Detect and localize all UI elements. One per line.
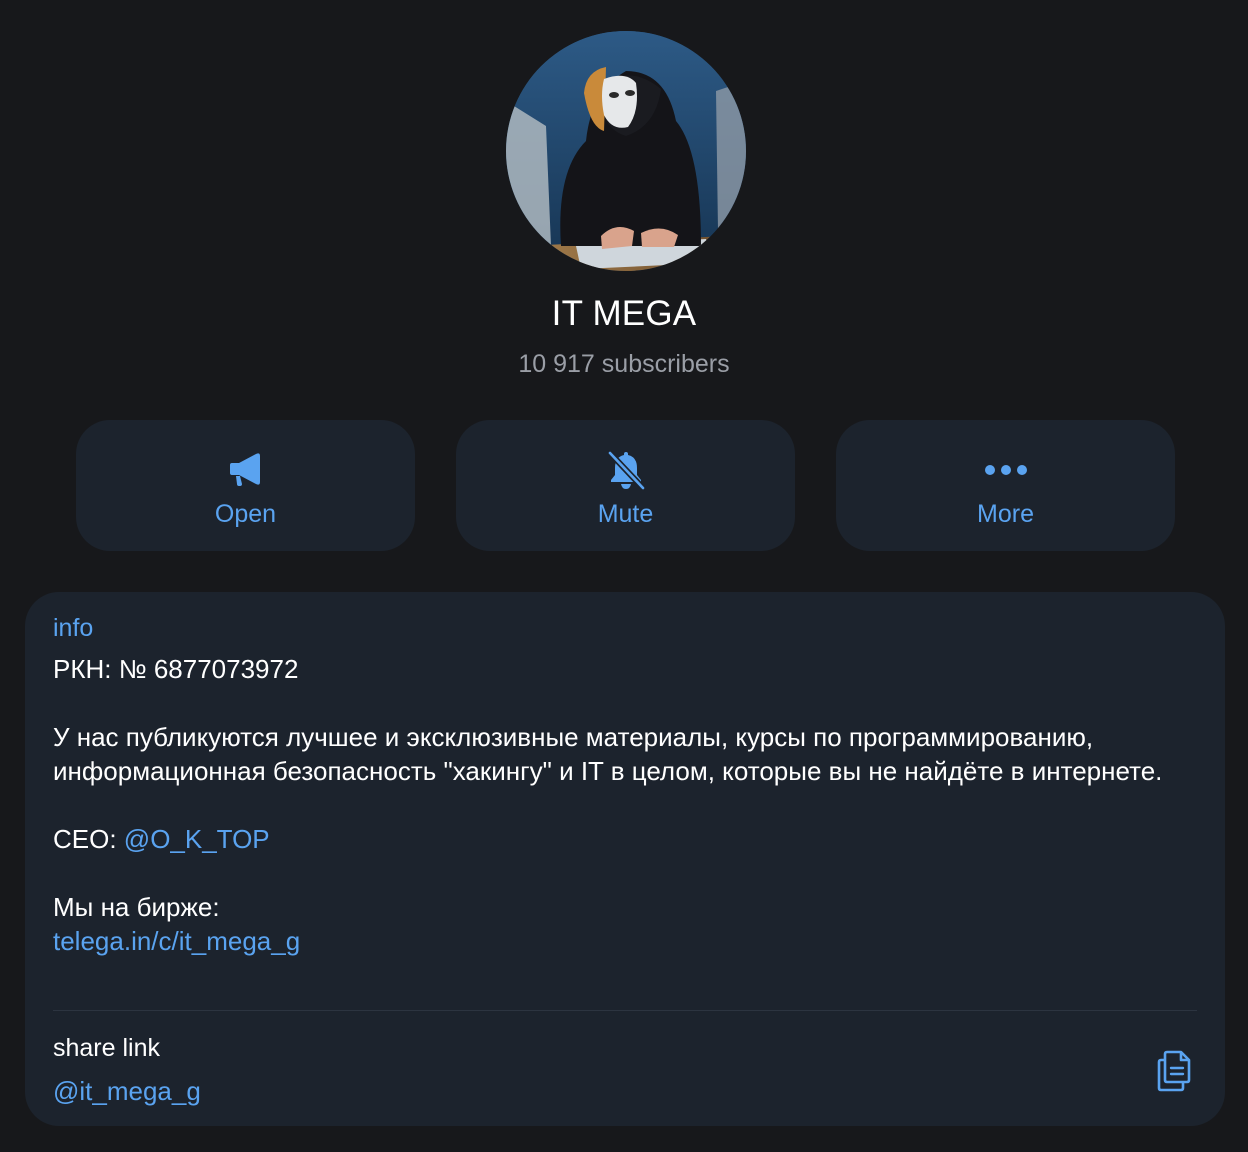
ceo-line: CEO: @O_K_TOP — [53, 822, 1173, 856]
mute-button-label: Mute — [597, 500, 654, 528]
megaphone-icon — [76, 448, 415, 492]
copy-icon — [1157, 1050, 1191, 1092]
copy-button[interactable] — [1153, 1048, 1195, 1092]
avatar-image — [506, 31, 746, 271]
more-button-label: More — [977, 500, 1034, 528]
description-text: У нас публикуются лучшее и эксклюзивные … — [53, 722, 1163, 786]
share-handle-link[interactable]: @it_mega_g — [53, 1076, 201, 1107]
info-card: info РКН: № 6877073972 У нас публикуются… — [25, 592, 1225, 1126]
bell-slash-icon — [456, 448, 795, 492]
mute-button[interactable]: Mute — [456, 420, 795, 551]
exchange-link[interactable]: telega.in/c/it_mega_g — [53, 924, 1173, 958]
ceo-prefix: CEO: — [53, 824, 124, 854]
ellipsis-icon — [836, 448, 1175, 492]
channel-info-page: IT MEGA 10 917 subscribers Open Mute Mor… — [0, 0, 1248, 1152]
info-label: info — [53, 614, 94, 642]
channel-avatar[interactable] — [506, 31, 746, 271]
more-button[interactable]: More — [836, 420, 1175, 551]
open-button[interactable]: Open — [76, 420, 415, 551]
divider — [53, 1010, 1197, 1011]
ceo-handle-link[interactable]: @O_K_TOP — [124, 824, 270, 854]
open-button-label: Open — [214, 500, 277, 528]
share-link-label: share link — [53, 1034, 160, 1062]
rkn-number: РКН: № 6877073972 — [53, 654, 299, 684]
subscriber-count: 10 917 subscribers — [518, 350, 730, 378]
action-bar: Open Mute More — [76, 420, 1176, 551]
channel-title: IT MEGA — [551, 294, 697, 333]
channel-description: РКН: № 6877073972 У нас публикуются лучш… — [53, 652, 1173, 958]
exchange-text: Мы на бирже: — [53, 892, 220, 922]
